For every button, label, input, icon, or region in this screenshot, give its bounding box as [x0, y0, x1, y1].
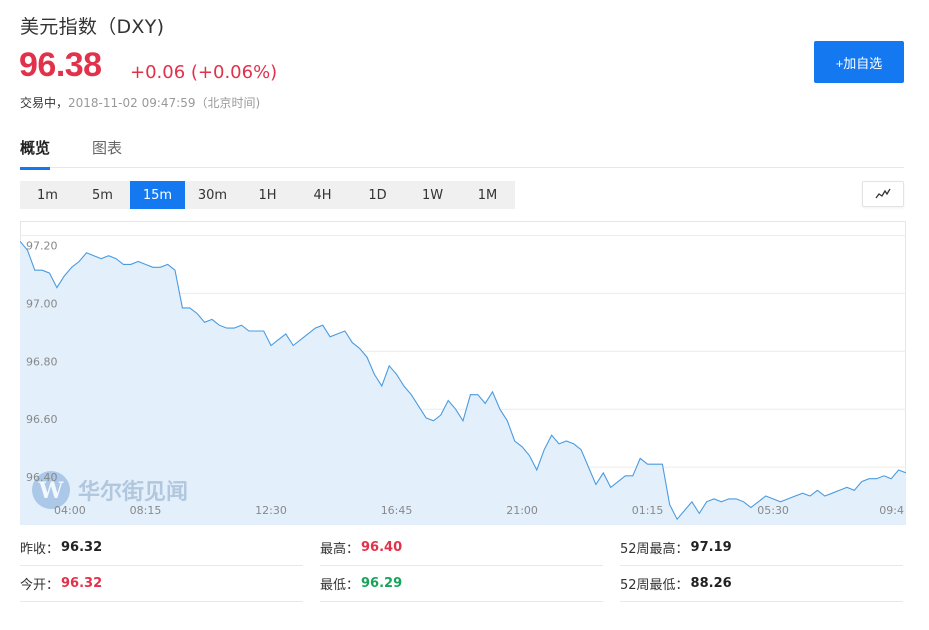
- y-tick-label: 97.00: [26, 297, 58, 310]
- period-1mo[interactable]: 1M: [460, 181, 515, 209]
- stat-label: 最低：: [320, 578, 360, 593]
- x-tick-label: 21:00: [506, 504, 538, 517]
- page-title: 美元指数（DXY): [20, 16, 165, 38]
- stat-value: 96.32: [61, 540, 103, 555]
- tab-bar: 概览 图表: [20, 128, 904, 170]
- trading-status-line: 交易中，2018-11-02 09:47:59（北京时间): [20, 94, 260, 111]
- y-tick-label: 96.40: [26, 471, 58, 484]
- period-1h[interactable]: 1H: [240, 181, 295, 209]
- tab-overview[interactable]: 概览: [20, 137, 51, 170]
- y-tick-label: 96.80: [26, 355, 58, 368]
- chart-type-button[interactable]: [862, 181, 904, 207]
- add-to-watchlist-button[interactable]: +加自选: [814, 41, 904, 83]
- period-15m[interactable]: 15m: [130, 181, 185, 209]
- price-change: +0.06 (+0.06%): [130, 62, 278, 83]
- stat-value: 88.26: [690, 576, 732, 591]
- period-1d[interactable]: 1D: [350, 181, 405, 209]
- period-30m[interactable]: 30m: [185, 181, 240, 209]
- stat-label: 52周最高：: [620, 542, 689, 557]
- x-tick-label: 05:30: [757, 504, 789, 517]
- stat-label: 52周最低：: [620, 578, 689, 593]
- y-tick-label: 97.20: [26, 239, 58, 252]
- line-chart-icon: [875, 188, 891, 199]
- stat-52w-high: 52周最高： 97.19: [620, 530, 903, 566]
- stat-value: 96.40: [361, 540, 403, 555]
- stat-value: 96.32: [61, 576, 103, 591]
- trading-status: 交易中，: [20, 96, 69, 110]
- stat-prev-close: 昨收： 96.32: [20, 530, 303, 566]
- period-1w[interactable]: 1W: [405, 181, 460, 209]
- x-tick-label: 12:30: [255, 504, 287, 517]
- y-tick-label: 96.60: [26, 413, 58, 426]
- x-tick-label: 04:00: [54, 504, 86, 517]
- stat-52w-low: 52周最低： 88.26: [620, 566, 903, 602]
- x-tick-label: 01:15: [632, 504, 664, 517]
- stat-label: 昨收：: [20, 542, 60, 557]
- watermark-text: 华尔街见闻: [78, 479, 188, 505]
- price-chart: W华尔街见闻97.2097.0096.8096.6096.4096.2004:0…: [20, 221, 906, 525]
- x-tick-label: 08:15: [130, 504, 162, 517]
- stat-label: 最高：: [320, 542, 360, 557]
- current-price: 96.38: [19, 46, 102, 84]
- stat-high: 最高： 96.40: [320, 530, 603, 566]
- stat-label: 今开：: [20, 578, 60, 593]
- period-4h[interactable]: 4H: [295, 181, 350, 209]
- x-tick-label: 09:4: [879, 504, 904, 517]
- tab-chart[interactable]: 图表: [92, 137, 122, 158]
- stat-value: 97.19: [690, 540, 732, 555]
- stat-open: 今开： 96.32: [20, 566, 303, 602]
- x-tick-label: 16:45: [381, 504, 413, 517]
- quote-timestamp: 2018-11-02 09:47:59（北京时间): [68, 96, 261, 110]
- stat-value: 96.29: [361, 576, 403, 591]
- period-selector: 1m 5m 15m 30m 1H 4H 1D 1W 1M: [20, 181, 515, 209]
- stat-low: 最低： 96.29: [320, 566, 603, 602]
- period-1m[interactable]: 1m: [20, 181, 75, 209]
- period-5m[interactable]: 5m: [75, 181, 130, 209]
